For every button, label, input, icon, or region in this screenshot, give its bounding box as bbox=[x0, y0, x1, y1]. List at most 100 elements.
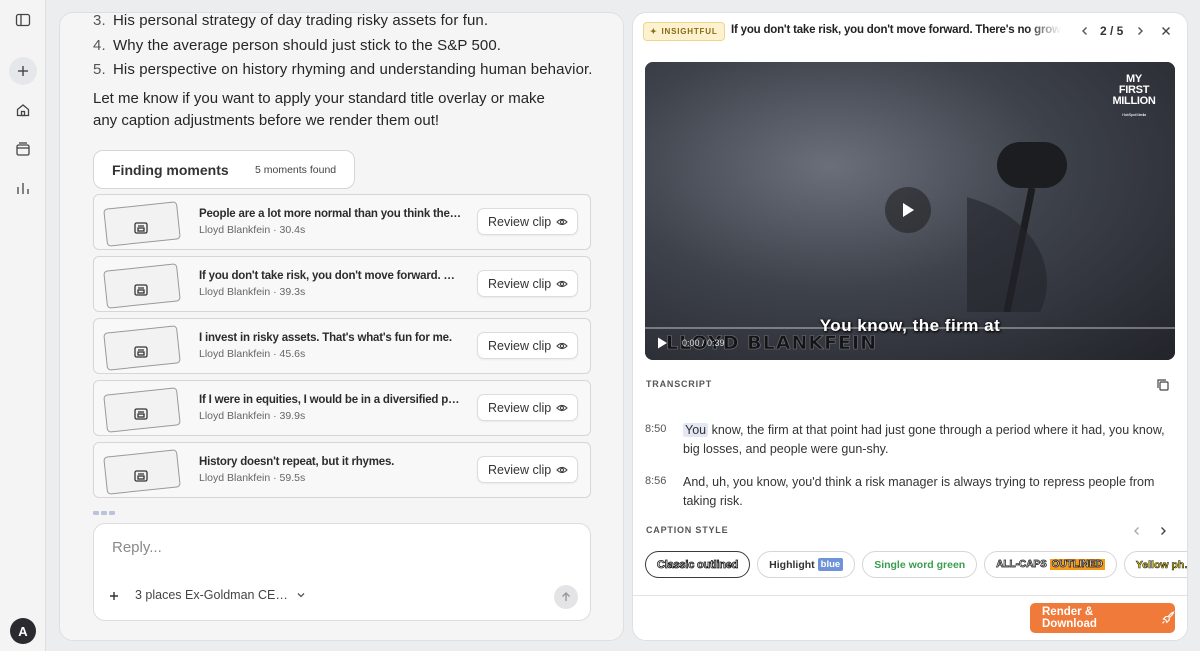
transcript-text: You know, the firm at that point had jus… bbox=[683, 421, 1165, 459]
clips-icon[interactable] bbox=[9, 135, 37, 163]
caption-style-yellow[interactable]: Yellow ph… bbox=[1123, 551, 1187, 578]
moment-title: History doesn't repeat, but it rhymes. bbox=[199, 456, 395, 468]
moment-meta: Lloyd Blankfein · 45.6s bbox=[199, 348, 306, 360]
list-text: Why the average person should just stick… bbox=[113, 36, 502, 54]
list-number: 5. bbox=[93, 61, 106, 78]
review-clip-button[interactable]: Review clip bbox=[477, 456, 578, 483]
caption-style-highlight[interactable]: Highlight blue bbox=[757, 551, 856, 578]
transcript-label: TRANSCRIPT bbox=[646, 379, 712, 389]
moment-meta: Lloyd Blankfein · 39.3s bbox=[199, 286, 306, 298]
play-icon bbox=[903, 203, 914, 217]
caption-style-single-word-green[interactable]: Single word green bbox=[862, 551, 978, 578]
style-label: Yellow ph… bbox=[1135, 558, 1187, 571]
moment-title: If I were in equities, I would be in a d… bbox=[199, 394, 460, 406]
list-number: 4. bbox=[93, 36, 106, 54]
logo-subtitle: HubSpot Media bbox=[1122, 112, 1146, 117]
moments-count: 5 moments found bbox=[255, 164, 337, 176]
moment-title: People are a lot more normal than you th… bbox=[199, 208, 461, 220]
transcript-text: And, uh, you know, you'd think a risk ma… bbox=[683, 475, 1155, 508]
play-overlay-button[interactable] bbox=[885, 187, 931, 233]
send-button[interactable] bbox=[554, 585, 578, 609]
style-label: OUTLINED bbox=[1049, 559, 1105, 570]
render-label: Render & Download bbox=[1042, 606, 1097, 630]
new-chat-icon[interactable] bbox=[9, 57, 37, 85]
moment-meta: Lloyd Blankfein · 39.9s bbox=[199, 410, 306, 422]
eye-icon bbox=[556, 280, 568, 288]
review-clip-button[interactable]: Review clip bbox=[477, 270, 578, 297]
moment-card: History doesn't repeat, but it rhymes. L… bbox=[93, 442, 591, 498]
chevron-right-icon[interactable] bbox=[1134, 24, 1146, 38]
logo-line: MILLION bbox=[1112, 95, 1156, 107]
list-item: 3. His personal strategy of day trading r… bbox=[93, 12, 613, 34]
attach-plus-icon[interactable] bbox=[106, 588, 122, 604]
chevron-right-icon[interactable] bbox=[1157, 524, 1169, 538]
typing-indicator bbox=[93, 511, 115, 515]
rocket-icon bbox=[1162, 611, 1175, 624]
chevron-left-icon[interactable] bbox=[1131, 524, 1143, 538]
video-player[interactable]: MY FIRST MILLION HubSpot Media You know,… bbox=[645, 62, 1175, 360]
chevron-down-icon bbox=[297, 593, 305, 598]
review-clip-label: Review clip bbox=[488, 400, 552, 415]
eye-icon bbox=[556, 466, 568, 474]
avatar[interactable]: A bbox=[10, 618, 36, 644]
list-item: 4. Why the average person should just sti… bbox=[93, 34, 613, 59]
moment-title: I invest in risky assets. That's what's … bbox=[199, 332, 452, 344]
finding-moments-title: Finding moments bbox=[112, 162, 229, 178]
review-clip-button[interactable]: Review clip bbox=[477, 394, 578, 421]
context-selector[interactable]: 3 places Ex-Goldman CE… bbox=[135, 588, 306, 602]
copy-icon[interactable] bbox=[1156, 378, 1170, 392]
transcript-timestamp: 8:50 bbox=[645, 423, 667, 435]
review-clip-button[interactable]: Review clip bbox=[477, 332, 578, 359]
review-clip-button[interactable]: Review clip bbox=[477, 208, 578, 235]
finding-moments-header: Finding moments 5 moments found bbox=[93, 150, 355, 189]
moment-card: I invest in risky assets. That's what's … bbox=[93, 318, 591, 374]
clip-icon bbox=[134, 222, 148, 234]
video-progress-bar[interactable] bbox=[645, 327, 1175, 329]
review-clip-label: Review clip bbox=[488, 338, 552, 353]
home-icon[interactable] bbox=[9, 96, 37, 124]
moment-title: If you don't take risk, you don't move f… bbox=[199, 270, 455, 282]
caption-style-nav bbox=[1131, 524, 1169, 538]
clip-pager: 2 / 5 bbox=[1100, 24, 1124, 38]
transcript-timestamp: 8:56 bbox=[645, 475, 667, 487]
sidebar-toggle-icon[interactable] bbox=[9, 6, 37, 34]
reply-input[interactable] bbox=[112, 537, 532, 557]
caption-style-all-caps-outlined[interactable]: ALL-CAPS OUTLINED bbox=[984, 551, 1117, 578]
microphone-graphic bbox=[967, 142, 1067, 312]
eye-icon bbox=[556, 342, 568, 350]
left-rail: A bbox=[0, 0, 46, 651]
play-icon[interactable] bbox=[655, 336, 669, 350]
reply-box: 3 places Ex-Goldman CE… bbox=[93, 523, 591, 621]
video-time: 0:00 / 0:39 bbox=[682, 338, 725, 348]
style-label: ALL-CAPS bbox=[996, 559, 1047, 571]
list-number: 3. bbox=[93, 12, 106, 29]
render-download-button[interactable]: Render & Download bbox=[1030, 603, 1175, 633]
review-clip-label: Review clip bbox=[488, 214, 552, 229]
clip-icon bbox=[134, 346, 148, 358]
caption-style-list: Classic outlined Highlight blue Single w… bbox=[645, 551, 1187, 578]
current-word: You bbox=[683, 423, 709, 437]
moment-card: If I were in equities, I would be in a d… bbox=[93, 380, 591, 436]
eye-icon bbox=[556, 218, 568, 226]
moment-meta: Lloyd Blankfein · 59.5s bbox=[199, 472, 306, 484]
moment-card: If you don't take risk, you don't move f… bbox=[93, 256, 591, 312]
clip-icon bbox=[134, 284, 148, 296]
style-label: Highlight bbox=[769, 558, 815, 571]
review-clip-label: Review clip bbox=[488, 462, 552, 477]
style-label: Classic outlined bbox=[657, 558, 739, 571]
clip-title: If you don't take risk, you don't move f… bbox=[731, 24, 1061, 36]
list-text: His perspective on history rhyming and u… bbox=[113, 61, 593, 78]
analytics-icon[interactable] bbox=[9, 174, 37, 202]
caption-style-classic-outlined[interactable]: Classic outlined bbox=[645, 551, 751, 578]
clip-review-panel: ✦ INSIGHTFUL If you don't take risk, you… bbox=[632, 12, 1188, 641]
list-text: His personal strategy of day trading ris… bbox=[113, 12, 489, 29]
close-icon[interactable] bbox=[1159, 24, 1173, 38]
assistant-closing-paragraph: Let me know if you want to apply your st… bbox=[93, 90, 545, 129]
chevron-left-icon[interactable] bbox=[1079, 24, 1091, 38]
show-logo: MY FIRST MILLION HubSpot Media bbox=[1111, 74, 1157, 120]
list-item: 5. His perspective on history rhyming and… bbox=[93, 58, 613, 83]
arrow-up-icon bbox=[562, 592, 570, 601]
panel-footer: Render & Download bbox=[633, 595, 1187, 640]
caption-style-label: CAPTION STYLE bbox=[646, 525, 729, 535]
context-label: 3 places Ex-Goldman CE… bbox=[135, 588, 288, 602]
